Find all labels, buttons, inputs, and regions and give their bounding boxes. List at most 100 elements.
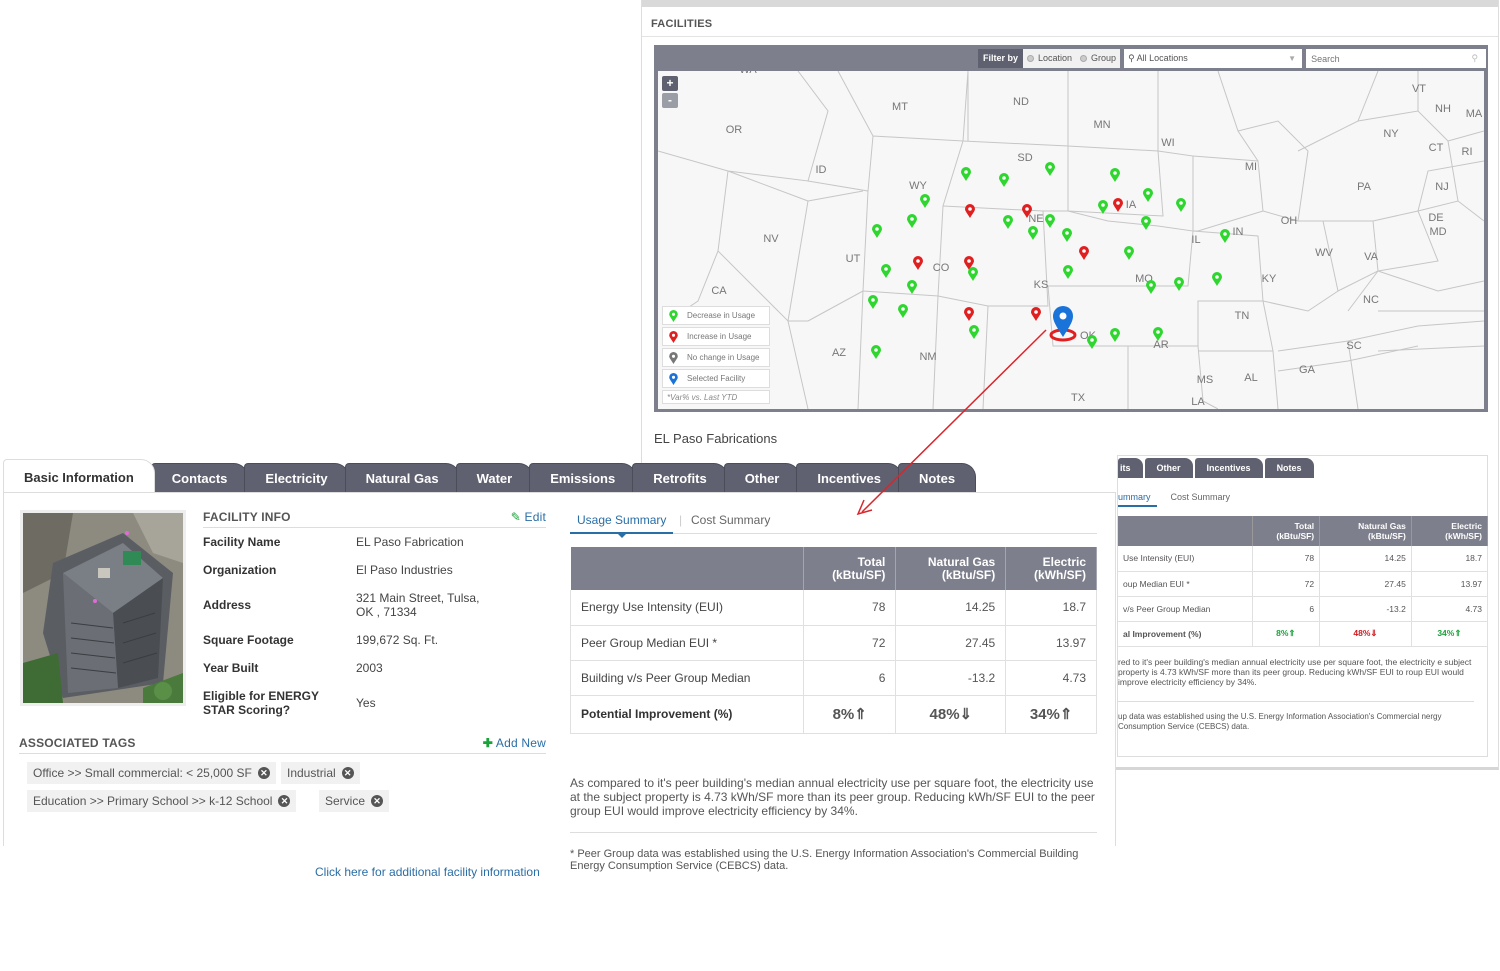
decrease-usage-marker[interactable] bbox=[907, 214, 917, 228]
legend-selected-label: Selected Facility bbox=[687, 374, 746, 383]
state-label: GA bbox=[1299, 364, 1316, 376]
tab-other-partial[interactable]: Other bbox=[1144, 458, 1193, 478]
pin-center-dot bbox=[968, 207, 972, 211]
decrease-usage-marker[interactable] bbox=[1045, 162, 1055, 176]
map-pin-icon bbox=[961, 167, 971, 181]
decrease-usage-marker[interactable] bbox=[1087, 335, 1097, 349]
subtab-usage-partial[interactable]: ummary bbox=[1118, 492, 1157, 507]
subtab-cost-summary[interactable]: Cost Summary bbox=[691, 513, 770, 527]
subtab-usage-summary[interactable]: Usage Summary bbox=[570, 510, 674, 538]
decrease-usage-marker[interactable] bbox=[1045, 214, 1055, 228]
location-select-value: All Locations bbox=[1136, 53, 1188, 63]
pin-center-dot bbox=[1223, 232, 1227, 236]
decrease-usage-marker[interactable] bbox=[1124, 246, 1134, 260]
decrease-usage-marker[interactable] bbox=[898, 304, 908, 318]
red-pin-icon bbox=[669, 330, 678, 343]
legend-decrease-label: Decrease in Usage bbox=[687, 311, 756, 320]
table-header-blank bbox=[570, 547, 804, 590]
decrease-usage-marker[interactable] bbox=[881, 264, 891, 278]
decrease-usage-marker[interactable] bbox=[1110, 168, 1120, 182]
increase-usage-marker[interactable] bbox=[1031, 307, 1041, 321]
tab-water[interactable]: Water bbox=[455, 463, 534, 492]
additional-info-link[interactable]: Click here for additional facility infor… bbox=[315, 865, 540, 879]
map-pin-icon bbox=[968, 267, 978, 281]
decrease-usage-marker[interactable] bbox=[1176, 198, 1186, 212]
pin-center-dot bbox=[1215, 275, 1219, 279]
tab-electricity[interactable]: Electricity bbox=[244, 463, 349, 492]
edit-link[interactable]: ✎ Edit bbox=[511, 510, 546, 524]
subtab-cost-partial[interactable]: Cost Summary bbox=[1171, 492, 1231, 507]
state-label: MD bbox=[1429, 226, 1446, 238]
remove-tag-icon[interactable]: ✕ bbox=[341, 767, 354, 779]
decrease-usage-marker[interactable] bbox=[1143, 188, 1153, 202]
increase-usage-marker[interactable] bbox=[1079, 246, 1089, 260]
increase-usage-marker[interactable] bbox=[965, 204, 975, 218]
decrease-usage-marker[interactable] bbox=[999, 173, 1009, 187]
map-pin-icon bbox=[964, 307, 974, 321]
remove-tag-icon[interactable]: ✕ bbox=[278, 795, 291, 807]
tab-retrofits-partial[interactable]: its bbox=[1118, 458, 1143, 478]
remove-tag-icon[interactable]: ✕ bbox=[371, 795, 384, 807]
cell-electric: 4.73 bbox=[1005, 660, 1097, 696]
decrease-usage-marker[interactable] bbox=[1098, 200, 1108, 214]
decrease-usage-marker[interactable] bbox=[1141, 216, 1151, 230]
decrease-usage-marker[interactable] bbox=[1028, 226, 1038, 240]
decrease-usage-marker[interactable] bbox=[1003, 215, 1013, 229]
decrease-usage-marker[interactable] bbox=[872, 224, 882, 238]
map-pin-icon bbox=[1110, 168, 1120, 182]
decrease-usage-marker[interactable] bbox=[968, 267, 978, 281]
pin-center-dot bbox=[1065, 231, 1069, 235]
cell-gas: 27.45 bbox=[895, 625, 1007, 661]
decrease-usage-marker[interactable] bbox=[969, 325, 979, 339]
increase-usage-marker[interactable] bbox=[913, 256, 923, 270]
tab-incentives[interactable]: Incentives bbox=[796, 463, 902, 492]
us-map-canvas: WA OR CA NV ID MT WY UT AZ CO NM ND SD N… bbox=[658, 71, 1484, 409]
decrease-usage-marker[interactable] bbox=[1062, 228, 1072, 242]
zoom-out-button[interactable]: - bbox=[662, 93, 678, 108]
table-row: oup Median EUI * 72 27.45 13.97 bbox=[1118, 571, 1489, 597]
increase-usage-marker[interactable] bbox=[964, 307, 974, 321]
state-label: LA bbox=[1191, 396, 1205, 408]
state-label: VT bbox=[1412, 83, 1426, 95]
decrease-usage-marker[interactable] bbox=[1220, 229, 1230, 243]
increase-usage-marker[interactable] bbox=[1113, 198, 1123, 212]
table-row: Use Intensity (EUI) 78 14.25 18.7 bbox=[1118, 546, 1489, 572]
decrease-usage-marker[interactable] bbox=[1110, 328, 1120, 342]
tab-incentives-partial[interactable]: Incentives bbox=[1194, 458, 1263, 478]
decrease-usage-marker[interactable] bbox=[1212, 272, 1222, 286]
map-legend: Decrease in Usage Increase in Usage No c… bbox=[662, 306, 770, 404]
tab-contacts[interactable]: Contacts bbox=[150, 463, 249, 492]
map-pin-icon bbox=[868, 295, 878, 309]
zoom-in-button[interactable]: + bbox=[662, 76, 678, 91]
decrease-usage-marker[interactable] bbox=[1174, 277, 1184, 291]
decrease-usage-marker[interactable] bbox=[871, 345, 881, 359]
info-label: Square Footage bbox=[203, 633, 294, 647]
map-search-input[interactable] bbox=[1306, 49, 1487, 68]
decrease-usage-marker[interactable] bbox=[961, 167, 971, 181]
filter-location-radio[interactable]: Location bbox=[1023, 49, 1077, 68]
location-select[interactable]: ⚲ All Locations ▼ bbox=[1124, 49, 1303, 68]
tab-other[interactable]: Other bbox=[723, 463, 801, 492]
selected-facility-marker[interactable] bbox=[1049, 306, 1077, 342]
window-top-bar bbox=[642, 0, 1498, 7]
state-label: CO bbox=[933, 262, 950, 274]
decrease-usage-marker[interactable] bbox=[1063, 265, 1073, 279]
add-tag-link[interactable]: ✚ Add New bbox=[483, 736, 546, 750]
tab-natural-gas[interactable]: Natural Gas bbox=[344, 463, 460, 492]
tab-emissions[interactable]: Emissions bbox=[529, 463, 637, 492]
remove-tag-icon[interactable]: ✕ bbox=[257, 767, 270, 779]
decrease-usage-marker[interactable] bbox=[1146, 280, 1156, 294]
tab-basic-information[interactable]: Basic Information bbox=[3, 459, 155, 492]
decrease-usage-marker[interactable] bbox=[907, 280, 917, 294]
summary-subtabs: Usage Summary | Cost Summary bbox=[570, 510, 1097, 538]
decrease-usage-marker[interactable] bbox=[920, 194, 930, 208]
cell-electric: 4.73 bbox=[1411, 596, 1489, 622]
us-map[interactable]: WA OR CA NV ID MT WY UT AZ CO NM ND SD N… bbox=[658, 71, 1484, 409]
pin-center-dot bbox=[910, 283, 914, 287]
tab-notes[interactable]: Notes bbox=[897, 463, 977, 492]
decrease-usage-marker[interactable] bbox=[868, 295, 878, 309]
state-label: DE bbox=[1428, 212, 1443, 224]
tab-notes-partial[interactable]: Notes bbox=[1264, 458, 1314, 478]
tab-retrofits[interactable]: Retrofits bbox=[632, 463, 728, 492]
filter-group-radio[interactable]: Group bbox=[1076, 49, 1121, 68]
